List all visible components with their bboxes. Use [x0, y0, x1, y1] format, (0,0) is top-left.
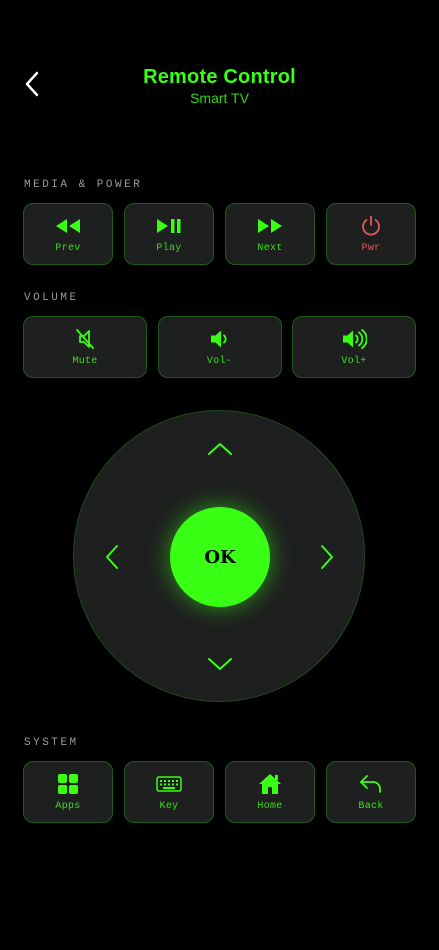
- power-label: Pwr: [361, 242, 381, 254]
- mute-icon: [76, 328, 94, 349]
- page-subtitle: Smart TV: [190, 90, 249, 106]
- back-arrow-icon: [360, 774, 381, 793]
- page-title: Remote Control: [143, 66, 296, 88]
- volume-up-icon: [343, 328, 367, 349]
- volume-down-label: Vol-: [206, 355, 233, 367]
- next-label: Next: [257, 242, 283, 254]
- volume-button-row: Mute Vol- Vol+: [23, 316, 416, 378]
- keyboard-button[interactable]: Key: [124, 761, 214, 823]
- volume-down-icon: [210, 330, 227, 347]
- dpad-down-button[interactable]: [200, 644, 240, 684]
- mute-button[interactable]: Mute: [23, 316, 147, 378]
- media-button-row: Prev Play Next Pwr: [23, 203, 416, 265]
- apps-button[interactable]: Apps: [23, 761, 113, 823]
- prev-button[interactable]: Prev: [23, 203, 113, 265]
- home-icon: [259, 773, 281, 794]
- apps-grid-icon: [58, 773, 78, 794]
- play-label: Play: [156, 242, 182, 254]
- play-button[interactable]: Play: [124, 203, 214, 265]
- prev-label: Prev: [55, 242, 81, 254]
- chevron-up-icon: [208, 443, 232, 455]
- dpad-right-button[interactable]: [307, 537, 347, 577]
- rewind-icon: [56, 218, 80, 233]
- volume-down-button[interactable]: Vol-: [157, 316, 282, 378]
- dpad-up-button[interactable]: [200, 429, 240, 469]
- section-label-volume: VOLUME: [24, 292, 79, 304]
- mute-label: Mute: [72, 355, 98, 367]
- chevron-right-icon: [321, 545, 333, 569]
- dpad-left-button[interactable]: [92, 537, 132, 577]
- back-label: Back: [358, 800, 384, 812]
- volume-up-button[interactable]: Vol+: [292, 316, 416, 378]
- ok-label: OK: [204, 546, 236, 568]
- fast-forward-icon: [258, 218, 282, 233]
- header: Remote Control Smart TV: [0, 64, 439, 106]
- back-nav-button[interactable]: Back: [326, 761, 416, 823]
- play-pause-icon: [157, 218, 181, 233]
- keyboard-icon: [156, 775, 182, 792]
- chevron-left-icon: [106, 545, 118, 569]
- next-button[interactable]: Next: [225, 203, 315, 265]
- ok-button[interactable]: OK: [170, 507, 270, 607]
- apps-label: Apps: [55, 800, 81, 812]
- volume-up-label: Vol+: [341, 355, 367, 367]
- home-button[interactable]: Home: [225, 761, 315, 823]
- section-label-system: SYSTEM: [24, 737, 79, 749]
- power-icon: [362, 215, 380, 236]
- keyboard-label: Key: [159, 800, 179, 812]
- dpad: OK: [73, 410, 365, 702]
- section-label-media: MEDIA & POWER: [24, 179, 143, 191]
- system-button-row: Apps Key Home Back: [23, 761, 416, 823]
- chevron-down-icon: [208, 658, 232, 670]
- power-button[interactable]: Pwr: [326, 203, 416, 265]
- home-label: Home: [257, 800, 283, 812]
